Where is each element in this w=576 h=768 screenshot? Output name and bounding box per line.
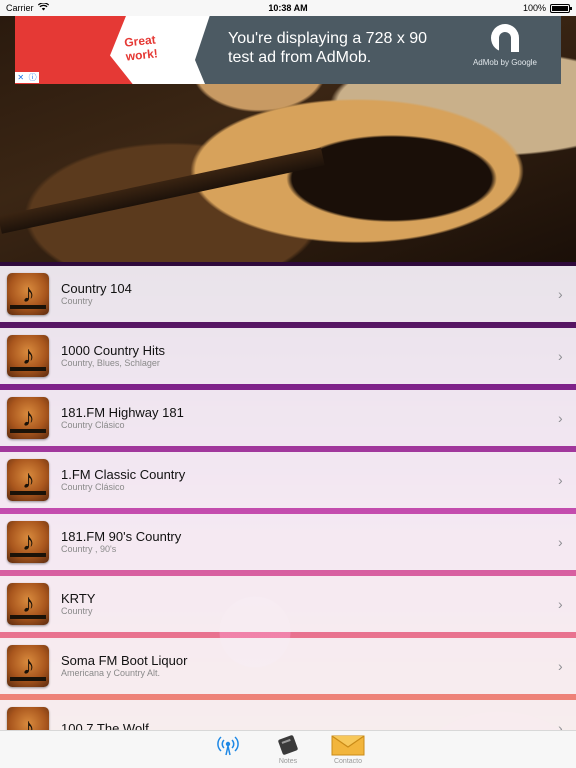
station-genre: Country , 90's [61,544,117,554]
station-thumbnail: ♪ [7,521,49,563]
list-item-text: 181.FM 90's Country Country , 90's [61,529,558,555]
admob-logo: AdMob by Google [465,24,545,67]
station-genre: Country Clásico [61,420,125,430]
station-title: 181.FM 90's Country [61,529,182,544]
station-genre: Country Clásico [61,482,125,492]
adchoices-icon[interactable]: ✕ ⓘ [15,72,39,83]
station-thumbnail: ♪ [7,645,49,687]
chevron-right-icon: › [558,472,563,488]
mail-icon [331,734,365,756]
ad-banner[interactable]: Great work! You're displaying a 728 x 90… [15,16,561,84]
tab-notes[interactable]: Notes [258,734,318,765]
tab-notes-label: Notes [278,758,298,765]
station-thumbnail: ♪ [7,459,49,501]
clock: 10:38 AM [268,3,308,13]
chevron-right-icon: › [558,410,563,426]
music-note-icon: ♪ [22,340,35,370]
music-note-icon: ♪ [22,588,35,618]
wifi-icon [37,2,49,13]
station-list: ♪ Country 104 Country › ♪ 1000 Country H… [0,266,576,731]
list-item[interactable]: ♪ 181.FM 90's Country Country , 90's › [0,514,576,570]
music-note-icon: ♪ [22,526,35,556]
tab-contacto-label: Contacto [333,758,363,765]
tab-contacto[interactable]: Contacto [318,734,378,765]
ad-badge-text: Great work! [123,32,159,64]
music-note-icon: ♪ [22,650,35,680]
ad-badge: Great work! [124,32,159,63]
list-item-text: 1000 Country Hits Country, Blues, Schlag… [61,343,558,369]
carrier-label: Carrier [6,3,34,13]
station-thumbnail: ♪ [7,397,49,439]
music-note-icon: ♪ [22,712,35,731]
battery-icon [550,3,572,13]
chevron-right-icon: › [558,286,563,302]
battery-percent: 100% [522,3,546,13]
list-item[interactable]: ♪ 100.7 The Wolf › [0,700,576,731]
list-item-text: 1.FM Classic Country Country Clásico [61,467,558,493]
station-thumbnail: ♪ [7,707,49,731]
status-bar: Carrier 10:38 AM 100% [0,0,576,16]
chevron-right-icon: › [558,596,563,612]
station-title: 1000 Country Hits [61,343,166,358]
guitar-neck [0,147,325,234]
list-item-text: KRTY Country [61,591,558,617]
close-icon[interactable]: ✕ [17,73,24,82]
music-note-icon: ♪ [22,464,35,494]
radio-antenna-icon [215,734,241,756]
notes-icon [275,734,301,756]
tab-bar: Notes Contacto [0,730,576,768]
station-genre: Country [61,296,93,306]
info-icon[interactable]: ⓘ [29,72,37,83]
ad-text-line1: You're displaying a 728 x 90 [228,30,428,47]
admob-icon [491,24,519,52]
ad-text-line2: test ad from AdMob. [228,49,372,66]
station-thumbnail: ♪ [7,273,49,315]
station-title: KRTY [61,591,96,606]
station-thumbnail: ♪ [7,335,49,377]
list-item[interactable]: ♪ Country 104 Country › [0,266,576,322]
list-item[interactable]: ♪ 1000 Country Hits Country, Blues, Schl… [0,328,576,384]
status-right: 100% [522,3,572,13]
ad-text: You're displaying a 728 x 90 test ad fro… [228,29,427,67]
station-genre: Country, Blues, Schlager [61,358,160,368]
music-note-icon: ♪ [22,278,35,308]
station-title: Country 104 [61,281,132,296]
station-title: 1.FM Classic Country [61,467,186,482]
list-item[interactable]: ♪ KRTY Country › [0,576,576,632]
list-item-text: Country 104 Country [61,281,558,307]
music-note-icon: ♪ [22,402,35,432]
list-item[interactable]: ♪ 181.FM Highway 181 Country Clásico › [0,390,576,446]
station-title: Soma FM Boot Liquor [61,653,188,668]
tab-radio[interactable] [198,734,258,758]
station-thumbnail: ♪ [7,583,49,625]
chevron-right-icon: › [558,658,563,674]
chevron-right-icon: › [558,534,563,550]
status-left: Carrier [6,2,49,13]
list-item[interactable]: ♪ 1.FM Classic Country Country Clásico › [0,452,576,508]
list-item-text: Soma FM Boot Liquor Americana y Country … [61,653,558,679]
list-item-text: 181.FM Highway 181 Country Clásico [61,405,558,431]
station-title: 181.FM Highway 181 [61,405,184,420]
station-genre: Country [61,606,93,616]
station-genre: Americana y Country Alt. [61,668,161,678]
admob-by-google: AdMob by Google [472,58,538,67]
chevron-right-icon: › [558,348,563,364]
list-item[interactable]: ♪ Soma FM Boot Liquor Americana y Countr… [0,638,576,694]
